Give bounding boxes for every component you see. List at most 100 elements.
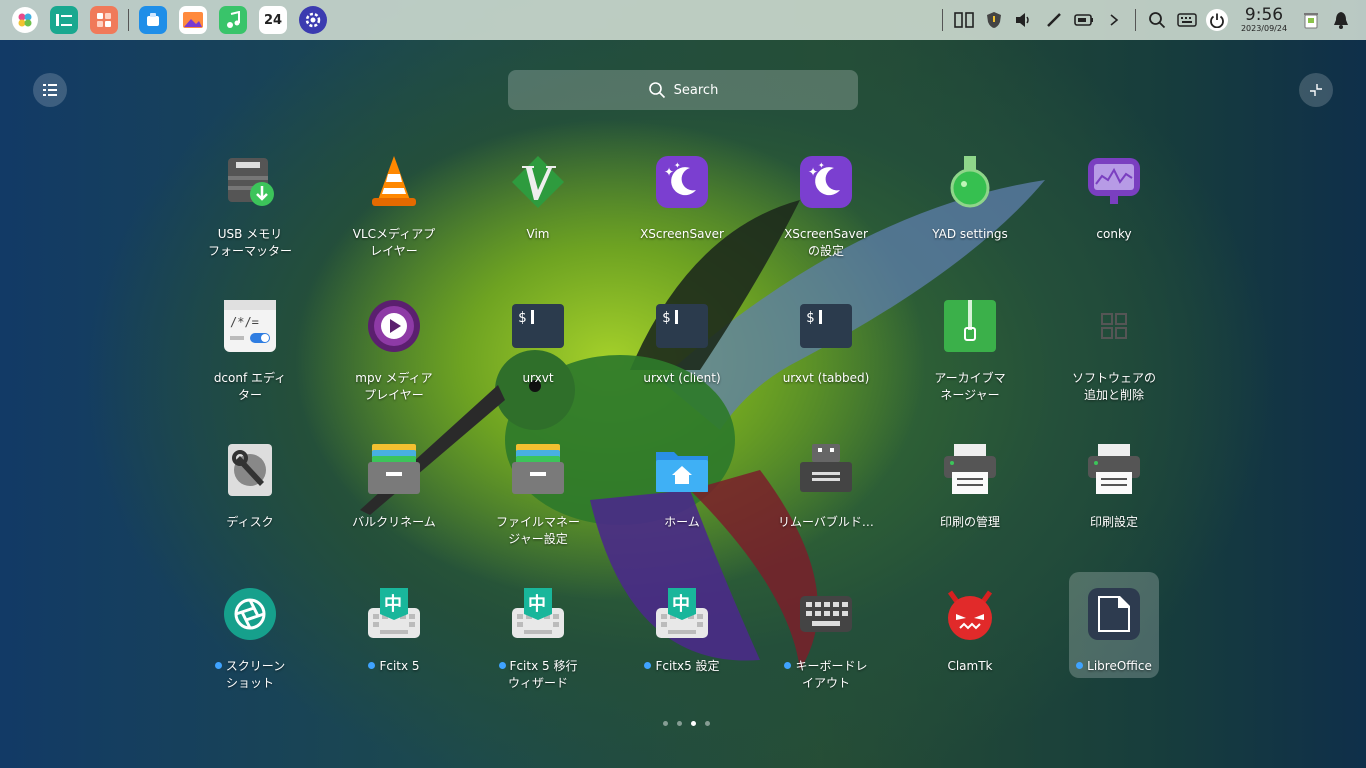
exit-fullscreen-button[interactable] (1299, 73, 1333, 107)
browser-icon[interactable] (139, 6, 167, 34)
app-label: USB メモリ フォーマッター (188, 226, 312, 260)
app-tile[interactable]: ディスク (188, 428, 312, 572)
image-viewer-icon[interactable] (179, 6, 207, 34)
app-tile[interactable]: USB メモリ フォーマッター (188, 140, 312, 284)
clock[interactable]: 9:56 2023/09/24 (1238, 4, 1290, 34)
app-label: conky (1052, 226, 1176, 243)
category-view-button[interactable] (33, 73, 67, 107)
app-tile[interactable]: アーカイブマ ネージャー (908, 284, 1032, 428)
volume-icon[interactable] (1013, 9, 1035, 31)
app-store-icon[interactable] (90, 6, 118, 34)
app-cell: /*/= dconf エディ ター (178, 284, 322, 428)
tray-separator (942, 9, 943, 31)
app-tile[interactable]: YAD settings (908, 140, 1032, 284)
chevron-right-icon[interactable] (1103, 9, 1125, 31)
app-label-text: USB メモリ フォーマッター (207, 227, 292, 258)
app-label-text: XScreenSaver の設定 (784, 227, 868, 258)
page-dot-active[interactable] (690, 721, 696, 726)
app-label-text: ファイルマネー ジャー設定 (495, 515, 580, 546)
collapse-icon (1310, 84, 1322, 96)
app-cell: ソフトウェアの 追加と削除 (1042, 284, 1186, 428)
app-tile[interactable]: 中 Fcitx 5 移行 ウィザード (476, 572, 600, 716)
app-tile[interactable]: リムーバブルド… (764, 428, 888, 572)
app-label-text: conky (1096, 227, 1132, 241)
app-tile[interactable]: バルクリネーム (332, 428, 456, 572)
app-label: dconf エディ ター (188, 370, 312, 404)
archive-icon (942, 298, 998, 354)
app-tile[interactable]: ホーム (620, 428, 744, 572)
app-tile[interactable]: 中 Fcitx5 設定 (620, 572, 744, 716)
svg-text:$: $ (806, 310, 814, 326)
app-cell: 中 Fcitx 5 移行 ウィザード (466, 572, 610, 716)
app-tile[interactable]: Vim (476, 140, 600, 284)
yad-icon (942, 154, 998, 210)
clock-time: 9:56 (1244, 4, 1284, 25)
app-label-text: LibreOffice (1087, 659, 1152, 673)
dock-separator (128, 9, 129, 31)
app-cell: conky (1042, 140, 1186, 284)
app-cell: ✦ ✦ XScreenSaver の設定 (754, 140, 898, 284)
app-cell: USB メモリ フォーマッター (178, 140, 322, 284)
music-icon[interactable] (219, 6, 247, 34)
app-tile[interactable]: 中 Fcitx 5 (332, 572, 456, 716)
fcitx-icon: 中 (366, 586, 422, 642)
app-label: 印刷の管理 (908, 514, 1032, 531)
app-label: urxvt (tabbed) (764, 370, 888, 387)
app-tile[interactable]: LibreOffice (1069, 572, 1159, 678)
app-tile[interactable]: 印刷設定 (1052, 428, 1176, 572)
app-cell: mpv メディア プレイヤー (322, 284, 466, 428)
security-shield-icon[interactable] (983, 9, 1005, 31)
app-tile[interactable]: mpv メディア プレイヤー (332, 284, 456, 428)
app-tile[interactable]: ClamTk (908, 572, 1032, 716)
search-icon[interactable] (1146, 9, 1168, 31)
power-icon[interactable] (1206, 9, 1228, 31)
search-icon (648, 82, 665, 99)
home-folder-icon (654, 442, 710, 498)
app-label: アーカイブマ ネージャー (908, 370, 1032, 404)
app-label: VLCメディアプ レイヤー (332, 226, 456, 260)
trash-icon[interactable] (1300, 9, 1322, 31)
app-tile[interactable]: /*/= dconf エディ ター (188, 284, 312, 428)
page-dot[interactable] (704, 721, 710, 726)
page-dot[interactable] (676, 721, 682, 726)
app-tile[interactable]: スクリーン ショット (188, 572, 312, 716)
app-tile[interactable]: ✦ ✦ XScreenSaver の設定 (764, 140, 888, 284)
settings-icon[interactable] (299, 6, 327, 34)
app-cell: スクリーン ショット (178, 572, 322, 716)
app-label-text: キーボードレ イアウト (795, 659, 868, 690)
file-manager-icon[interactable] (50, 6, 78, 34)
app-tile[interactable]: ファイルマネー ジャー設定 (476, 428, 600, 572)
search-field[interactable]: Search (508, 70, 858, 110)
pen-icon[interactable] (1043, 9, 1065, 31)
multitasking-view-icon[interactable] (953, 9, 975, 31)
app-label-text: アーカイブマ ネージャー (934, 371, 1006, 402)
app-tile[interactable]: $ urxvt (client) (620, 284, 744, 428)
bulk-rename-icon (366, 442, 422, 498)
app-tile[interactable]: キーボードレ イアウト (764, 572, 888, 716)
keyboard-icon (798, 586, 854, 642)
new-app-dot (368, 662, 376, 669)
svg-text:中: 中 (672, 593, 690, 615)
app-label-text: Fcitx5 設定 (655, 659, 720, 673)
dock: 24 (0, 0, 333, 40)
app-label-text: ホーム (664, 515, 700, 529)
disk-icon (222, 442, 278, 498)
page-dot[interactable] (662, 721, 668, 726)
app-tile[interactable]: VLCメディアプ レイヤー (332, 140, 456, 284)
app-label-text: YAD settings (932, 227, 1008, 241)
launcher-icon[interactable] (12, 7, 38, 33)
list-icon (43, 84, 57, 96)
notification-bell-icon[interactable] (1330, 9, 1352, 31)
app-tile[interactable]: ソフトウェアの 追加と削除 (1052, 284, 1176, 428)
app-tile[interactable]: ✦ ✦ XScreenSaver (620, 140, 744, 284)
app-tile[interactable]: $ urxvt (476, 284, 600, 428)
app-tile[interactable]: 印刷の管理 (908, 428, 1032, 572)
app-label-text: XScreenSaver (640, 227, 724, 241)
app-tile[interactable]: conky (1052, 140, 1176, 284)
app-cell: 中 Fcitx 5 (322, 572, 466, 716)
keyboard-icon[interactable] (1176, 9, 1198, 31)
app-cell: ✦ ✦ XScreenSaver (610, 140, 754, 284)
battery-icon[interactable] (1073, 9, 1095, 31)
calendar-icon[interactable]: 24 (259, 6, 287, 34)
app-tile[interactable]: $ urxvt (tabbed) (764, 284, 888, 428)
